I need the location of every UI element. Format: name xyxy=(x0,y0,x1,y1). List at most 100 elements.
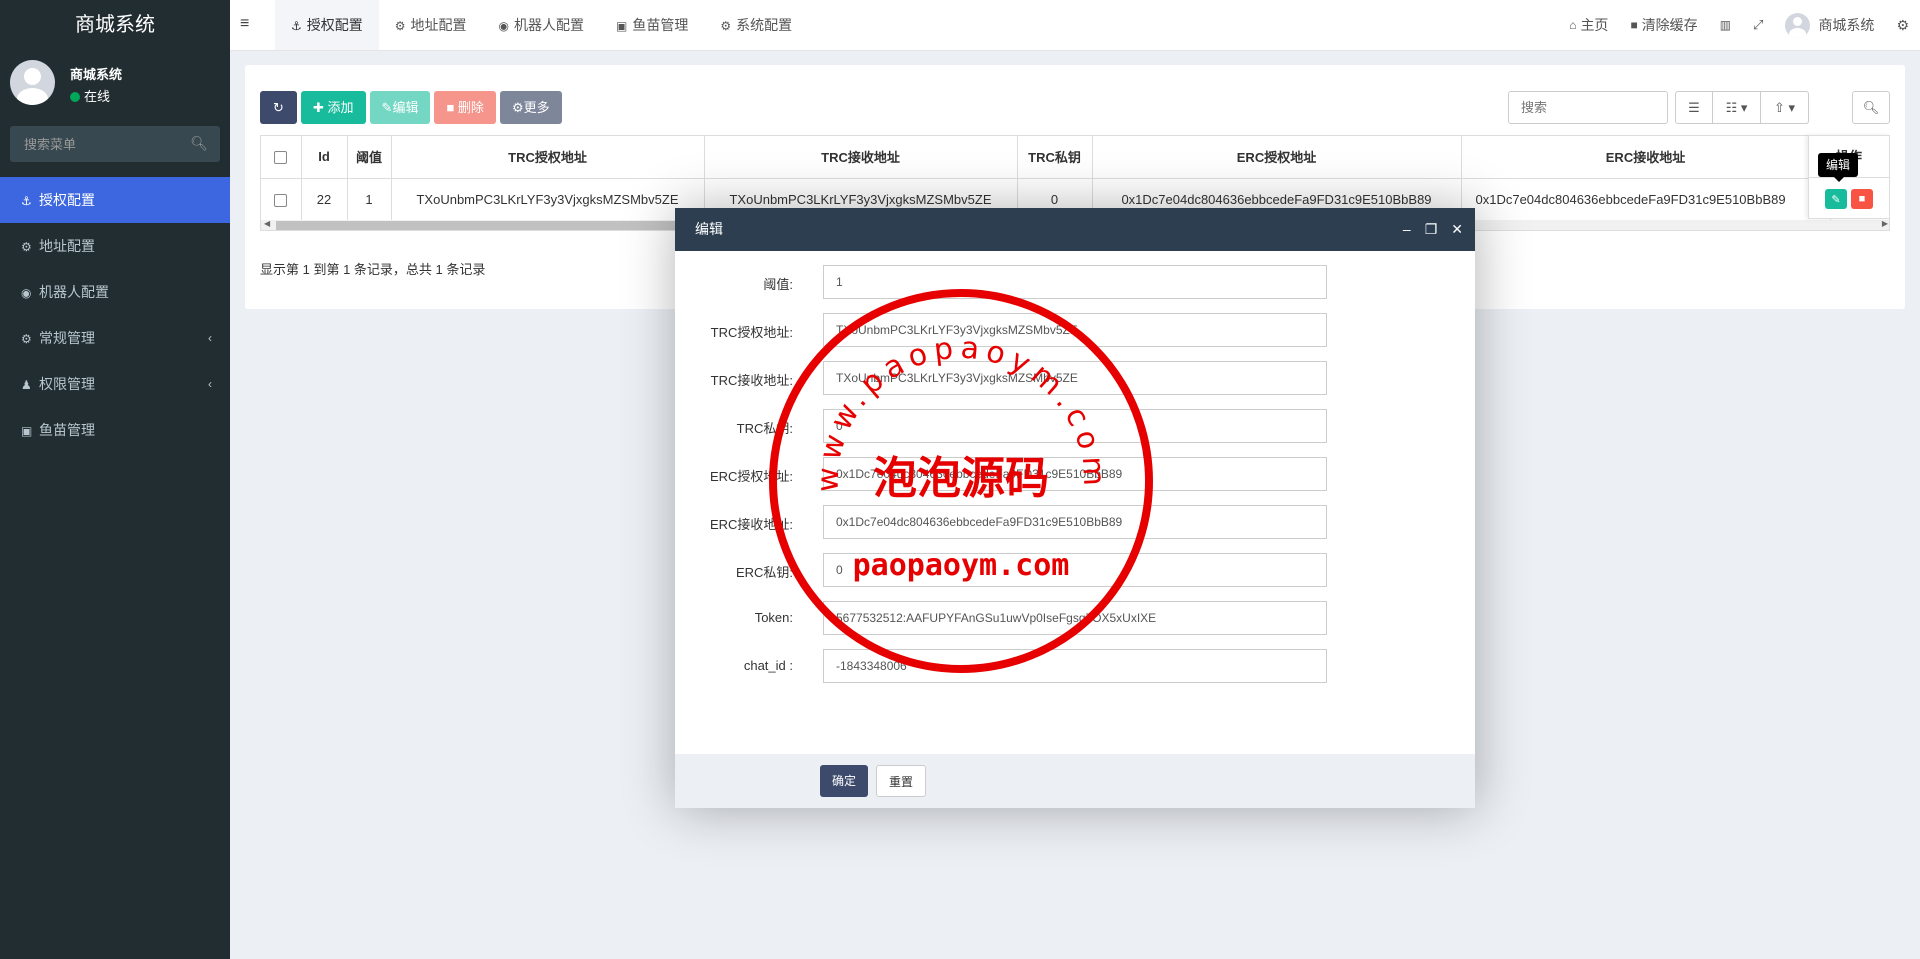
token-input[interactable]: 5677532512:AAFUPYFAnGSu1uwVp0IseFgsg7OX5… xyxy=(823,601,1327,635)
android-icon: ◉ xyxy=(498,19,510,33)
delete-button[interactable]: ■ 删除 xyxy=(434,91,496,124)
sidebar-item-label: 机器人配置 xyxy=(39,284,109,300)
edit-button[interactable]: ✎编辑 xyxy=(369,91,431,124)
language-icon: ▥ xyxy=(1719,18,1732,32)
row-operation-buttons: ✎ ■ xyxy=(1809,178,1889,209)
gear-icon: ⚙︎ xyxy=(394,19,406,33)
fullscreen-button[interactable]: ⤢ xyxy=(1742,17,1774,33)
menu-toggle-icon[interactable]: ≡ xyxy=(240,15,249,33)
trc-auth-input[interactable]: TXoUnbmPC3LKrLYF3y3VjxgksMZSMbv5ZE xyxy=(823,313,1327,347)
sidebar-item-auth-config[interactable]: ⚓︎ 授权配置 xyxy=(0,177,230,223)
tab-system-config[interactable]: ⚙︎ 系统配置 xyxy=(704,0,808,50)
lock-icon: ▣ xyxy=(21,424,33,438)
list-icon: ☰ xyxy=(1688,99,1700,115)
row-delete-button[interactable]: ■ xyxy=(1851,189,1873,209)
col-header-erc-auth[interactable]: ERC授权地址 xyxy=(1092,136,1462,179)
col-header-threshold[interactable]: 阈值 xyxy=(347,136,392,179)
tab-auth-config[interactable]: ⚓︎ 授权配置 xyxy=(275,0,379,50)
trc-key-input[interactable]: 0 xyxy=(823,409,1327,443)
table-toolbar: ↻ ✚ 添加 ✎编辑 ■ 删除 ⚙︎更多 xyxy=(260,91,566,124)
form-row-token: Token: 5677532512:AAFUPYFAnGSu1uwVp0IseF… xyxy=(675,601,1475,635)
sidebar-item-address-config[interactable]: ⚙︎ 地址配置 xyxy=(0,223,230,269)
trc-recv-input[interactable]: TXoUnbmPC3LKrLYF3y3VjxgksMZSMbv5ZE xyxy=(823,361,1327,395)
pencil-icon: ✎ xyxy=(381,100,393,115)
clear-cache-button[interactable]: ■ 清除缓存 xyxy=(1619,15,1708,35)
row-edit-button[interactable]: ✎ xyxy=(1825,189,1847,209)
table-search-input[interactable] xyxy=(1508,91,1668,124)
delete-label: 删除 xyxy=(457,100,484,115)
columns-button[interactable]: ☷ ▾ xyxy=(1713,91,1761,124)
field-label: TRC私钥: xyxy=(736,421,793,436)
modal-header: 编辑 – ❐ ✕ xyxy=(675,208,1475,251)
tab-label: 鱼苗管理 xyxy=(632,17,689,33)
col-header-trc-auth[interactable]: TRC授权地址 xyxy=(391,136,705,179)
threshold-input[interactable]: 1 xyxy=(823,265,1327,299)
search-icon[interactable]: 🔍︎ xyxy=(190,135,208,152)
sidebar-search-input[interactable] xyxy=(10,126,220,162)
search-button[interactable]: 🔍︎ xyxy=(1852,91,1890,124)
toggle-view-button[interactable]: ☰ xyxy=(1675,91,1713,124)
confirm-button[interactable]: 确定 xyxy=(820,765,869,797)
header-user-name: 商城系统 xyxy=(1818,17,1875,33)
tab-address-config[interactable]: ⚙︎ 地址配置 xyxy=(379,0,483,50)
refresh-icon: ↻ xyxy=(273,100,284,115)
app-logo[interactable]: 商城系统 xyxy=(0,0,230,50)
user-status: 在线 xyxy=(70,86,110,105)
row-checkbox[interactable] xyxy=(274,193,288,207)
tab-label: 授权配置 xyxy=(306,17,363,33)
edit-modal: 编辑 – ❐ ✕ 阈值: 1 TRC授权地址: TXoUnbmPC3LKrLYF… xyxy=(675,208,1475,808)
home-link[interactable]: ⌂ 主页 xyxy=(1558,15,1619,35)
form-row-erc-auth: ERC授权地址: 0x1Dc7e04dc804636ebbcedeFa9FD31… xyxy=(675,457,1475,491)
export-icon: ⇧ ▾ xyxy=(1773,99,1796,115)
pencil-icon: ✎ xyxy=(1831,193,1841,206)
sidebar-item-general[interactable]: ⚙︎ 常规管理 ‹ xyxy=(0,315,230,361)
scroll-left-icon[interactable]: ◀ xyxy=(264,219,270,228)
export-button[interactable]: ⇧ ▾ xyxy=(1761,91,1809,124)
header-right: ⌂ 主页 ■ 清除缓存 ▥ ⤢ 商城系统 ⚙︎ xyxy=(1558,0,1920,50)
erc-auth-input[interactable]: 0x1Dc7e04dc804636ebbcedeFa9FD31c9E510BbB… xyxy=(823,457,1327,491)
translate-button[interactable]: ▥ xyxy=(1709,18,1742,32)
more-button[interactable]: ⚙︎更多 xyxy=(499,91,562,124)
field-label: TRC接收地址: xyxy=(710,373,793,388)
col-header-trc-key[interactable]: TRC私钥 xyxy=(1017,136,1093,179)
gear-icon: ⚙︎ xyxy=(720,19,732,33)
sidebar-item-label: 授权配置 xyxy=(39,192,95,208)
add-button[interactable]: ✚ 添加 xyxy=(301,91,366,124)
sidebar-item-fish[interactable]: ▣ 鱼苗管理 xyxy=(0,407,230,453)
header-user[interactable]: 商城系统 xyxy=(1774,12,1885,38)
clear-cache-label: 清除缓存 xyxy=(1641,17,1698,33)
form-row-trc-recv: TRC接收地址: TXoUnbmPC3LKrLYF3y3VjxgksMZSMbv… xyxy=(675,361,1475,395)
tab-fish[interactable]: ▣ 鱼苗管理 xyxy=(600,0,704,50)
select-all-checkbox[interactable] xyxy=(274,151,288,165)
close-icon[interactable]: ✕ xyxy=(1451,208,1463,251)
gears-icon: ⚙︎ xyxy=(21,332,32,346)
android-icon: ◉ xyxy=(21,286,32,300)
erc-key-input[interactable]: 0 xyxy=(823,553,1327,587)
minimize-icon[interactable]: – xyxy=(1403,208,1411,251)
trash-icon: ■ xyxy=(446,100,458,115)
nav-tabs: ⚓︎ 授权配置 ⚙︎ 地址配置 ◉ 机器人配置 ▣ 鱼苗管理 ⚙︎ 系统配置 xyxy=(275,0,808,50)
sidebar-item-permission[interactable]: ♟︎ 权限管理 ‹ xyxy=(0,361,230,407)
col-header-trc-recv[interactable]: TRC接收地址 xyxy=(704,136,1018,179)
maximize-icon[interactable]: ❐ xyxy=(1425,208,1438,251)
avatar xyxy=(1785,12,1811,38)
refresh-button[interactable]: ↻ xyxy=(260,91,297,124)
chat-id-input[interactable]: -1843348006 xyxy=(823,649,1327,683)
modal-window-controls: – ❐ ✕ xyxy=(1403,208,1463,251)
col-header-erc-recv[interactable]: ERC接收地址 xyxy=(1461,136,1831,179)
sidebar-item-label: 权限管理 xyxy=(39,376,95,392)
settings-button[interactable]: ⚙︎ xyxy=(1885,17,1920,34)
tab-robot-config[interactable]: ◉ 机器人配置 xyxy=(483,0,600,50)
form-row-trc-key: TRC私钥: 0 xyxy=(675,409,1475,443)
col-header-id[interactable]: Id xyxy=(301,136,348,179)
scroll-right-icon[interactable]: ▶ xyxy=(1882,219,1888,228)
fullscreen-icon: ⤢ xyxy=(1753,17,1764,32)
sidebar-user-name: 商城系统 xyxy=(70,67,123,82)
field-label: ERC私钥: xyxy=(735,565,793,580)
trash-icon: ■ xyxy=(1858,193,1866,205)
erc-recv-input[interactable]: 0x1Dc7e04dc804636ebbcedeFa9FD31c9E510BbB… xyxy=(823,505,1327,539)
anchor-icon: ⚓︎ xyxy=(291,19,302,33)
reset-button[interactable]: 重置 xyxy=(876,765,927,797)
field-label: 阈值: xyxy=(763,277,793,292)
sidebar-item-robot-config[interactable]: ◉ 机器人配置 xyxy=(0,269,230,315)
